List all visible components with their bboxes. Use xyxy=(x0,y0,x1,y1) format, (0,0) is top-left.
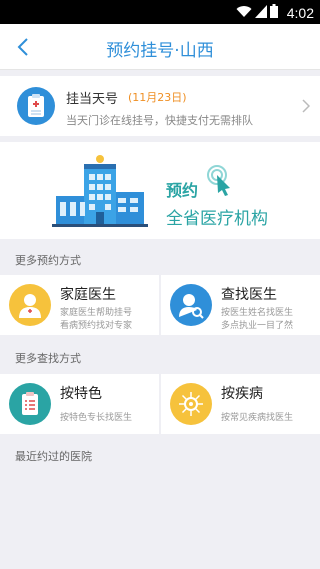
checklist-icon xyxy=(9,383,51,425)
status-bar: 4:02 xyxy=(0,0,320,24)
by-specialty-line1: 按特色专长找医生 xyxy=(60,413,133,423)
section-more-search: 更多查找方式 xyxy=(15,352,81,365)
family-doctor-icon xyxy=(9,284,51,326)
today-title: 挂当天号 xyxy=(66,92,119,107)
family-doctor-title: 家庭医生 xyxy=(60,287,116,303)
by-specialty-title: 按特色 xyxy=(60,386,102,402)
family-doctor-line2: 看病预约找对专家 xyxy=(60,321,133,331)
family-doctor-item[interactable]: 家庭医生 家庭医生帮助挂号 看病预约找对专家 xyxy=(0,275,159,335)
by-disease-line1: 按常见疾病找医生 xyxy=(221,413,294,423)
search-methods-row: 按特色 按特色专长找医生 按疾病 按常见疾病找医生 xyxy=(0,374,320,434)
banner-title: 预约 xyxy=(166,181,199,200)
by-disease-title: 按疾病 xyxy=(221,386,263,402)
section-more-booking: 更多预约方式 xyxy=(15,254,81,267)
status-time: 4:02 xyxy=(286,4,314,21)
find-doctor-icon xyxy=(170,284,212,326)
find-doctor-line2: 多点执业一目了然 xyxy=(221,321,294,331)
booking-methods-row: 家庭医生 家庭医生帮助挂号 看病预约找对专家 查找医生 按医生姓名找医生 多点执… xyxy=(0,275,320,335)
status-icons: 4:02 xyxy=(236,3,314,22)
virus-icon xyxy=(170,383,212,425)
family-doctor-line1: 家庭医生帮助挂号 xyxy=(60,308,133,318)
pointer-click-icon xyxy=(206,164,236,202)
province-booking-banner[interactable]: 预约 全省医疗机构 xyxy=(0,142,320,239)
find-doctor-item[interactable]: 查找医生 按医生姓名找医生 多点执业一目了然 xyxy=(161,275,320,335)
by-disease-item[interactable]: 按疾病 按常见疾病找医生 xyxy=(161,374,320,434)
signal-icon xyxy=(254,3,267,22)
page-title: 预约挂号·山西 xyxy=(106,41,214,61)
nav-bar: 预约挂号·山西 xyxy=(0,24,320,70)
by-specialty-item[interactable]: 按特色 按特色专长找医生 xyxy=(0,374,159,434)
today-registration-card[interactable]: 挂当天号 (11月23日) 当天门诊在线挂号，快捷支付无需排队 xyxy=(0,76,320,136)
find-doctor-title: 查找医生 xyxy=(221,287,277,303)
today-date: (11月23日) xyxy=(128,91,187,104)
chevron-right-icon xyxy=(302,98,311,117)
hospital-building-icon xyxy=(50,154,150,232)
find-doctor-line1: 按医生姓名找医生 xyxy=(221,308,294,318)
wifi-icon xyxy=(236,3,252,22)
today-subtitle: 当天门诊在线挂号，快捷支付无需排队 xyxy=(66,114,253,127)
clipboard-icon xyxy=(17,87,55,125)
section-recent-hospitals: 最近约过的医院 xyxy=(15,450,92,463)
banner-subtitle: 全省医疗机构 xyxy=(166,209,268,229)
battery-icon xyxy=(269,3,278,22)
